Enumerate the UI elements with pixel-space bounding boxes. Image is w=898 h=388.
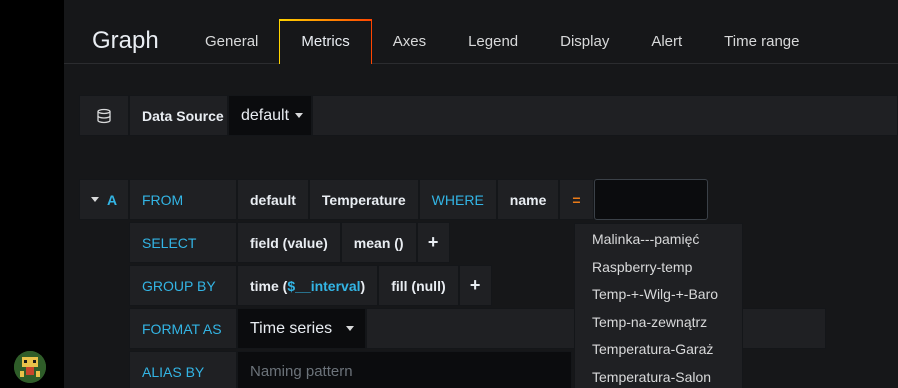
panel-editor-header: Graph General Metrics Axes Legend Displa…: [64, 0, 898, 65]
tab-legend[interactable]: Legend: [447, 19, 539, 64]
panel-editor: Graph General Metrics Axes Legend Displa…: [64, 0, 898, 388]
query-select-row: SELECT field (value) mean () +: [129, 222, 450, 263]
select-keyword: SELECT: [129, 222, 237, 263]
query-from-row: A FROM default Temperature WHERE name =: [79, 179, 708, 220]
alias-placeholder: Naming pattern: [250, 363, 353, 380]
datasource-select[interactable]: default: [228, 95, 312, 136]
datasource-value: default: [241, 106, 290, 124]
chevron-down-icon: [295, 113, 304, 118]
caret-down-icon: [90, 197, 99, 202]
dropdown-option[interactable]: Temp-na-zewnątrz: [575, 309, 742, 337]
select-aggregation-segment[interactable]: mean (): [340, 222, 417, 263]
query-collapse-toggle[interactable]: A: [79, 179, 129, 220]
tab-metrics[interactable]: Metrics: [279, 19, 372, 65]
from-keyword: FROM: [129, 179, 237, 220]
database-icon: [79, 95, 129, 136]
tab-time-range[interactable]: Time range: [703, 19, 820, 64]
where-keyword: WHERE: [418, 179, 497, 220]
dropdown-option[interactable]: Raspberry-temp: [575, 254, 742, 282]
tab-axes[interactable]: Axes: [372, 19, 447, 64]
user-avatar[interactable]: [14, 351, 46, 383]
format-as-value: Time series: [250, 319, 333, 337]
alias-keyword: ALIAS BY: [129, 351, 237, 388]
side-menu: [0, 0, 64, 388]
chevron-down-icon: [346, 326, 355, 331]
dropdown-option[interactable]: Malinka---pamięć: [575, 226, 742, 254]
editor-tabs: General Metrics Axes Legend Display Aler…: [184, 19, 820, 65]
groupby-time-prefix: time (: [250, 277, 288, 294]
groupby-time-segment[interactable]: time ($__interval): [237, 265, 379, 306]
select-field-segment[interactable]: field (value): [237, 222, 341, 263]
query-ref-id: A: [106, 191, 118, 208]
dropdown-option[interactable]: Temperatura-Salon: [575, 364, 742, 388]
where-tag-key[interactable]: name: [496, 179, 560, 220]
tab-general[interactable]: General: [184, 19, 279, 64]
tab-alert[interactable]: Alert: [630, 19, 703, 64]
tab-display[interactable]: Display: [539, 19, 630, 64]
dropdown-option[interactable]: Temperatura-Garaż: [575, 336, 742, 364]
dropdown-option[interactable]: Temp-+-Wilg-+-Baro: [575, 281, 742, 309]
measurement-segment[interactable]: Temperature: [308, 179, 419, 220]
groupby-keyword: GROUP BY: [129, 265, 237, 306]
where-operator[interactable]: =: [559, 179, 594, 220]
datasource-label: Data Source: [129, 95, 228, 136]
datasource-spacer: [312, 95, 898, 136]
datasource-row: Data Source default: [79, 95, 898, 136]
query-groupby-row: GROUP BY time ($__interval) fill (null) …: [129, 265, 492, 306]
where-value-input[interactable]: [593, 179, 708, 220]
groupby-fill-segment[interactable]: fill (null): [378, 265, 459, 306]
tag-value-dropdown: Malinka---pamięć Raspberry-temp Temp-+-W…: [574, 223, 743, 388]
groupby-add-button[interactable]: +: [458, 265, 492, 306]
groupby-interval: $__interval: [287, 277, 361, 294]
select-add-button[interactable]: +: [416, 222, 450, 263]
panel-title: Graph: [92, 27, 159, 54]
alias-input[interactable]: Naming pattern: [237, 351, 572, 388]
format-keyword: FORMAT AS: [129, 308, 237, 349]
query-alias-row: ALIAS BY Naming pattern: [129, 351, 572, 388]
groupby-time-suffix: ): [360, 277, 366, 294]
retention-policy-segment[interactable]: default: [237, 179, 309, 220]
format-as-select[interactable]: Time series: [237, 308, 366, 349]
